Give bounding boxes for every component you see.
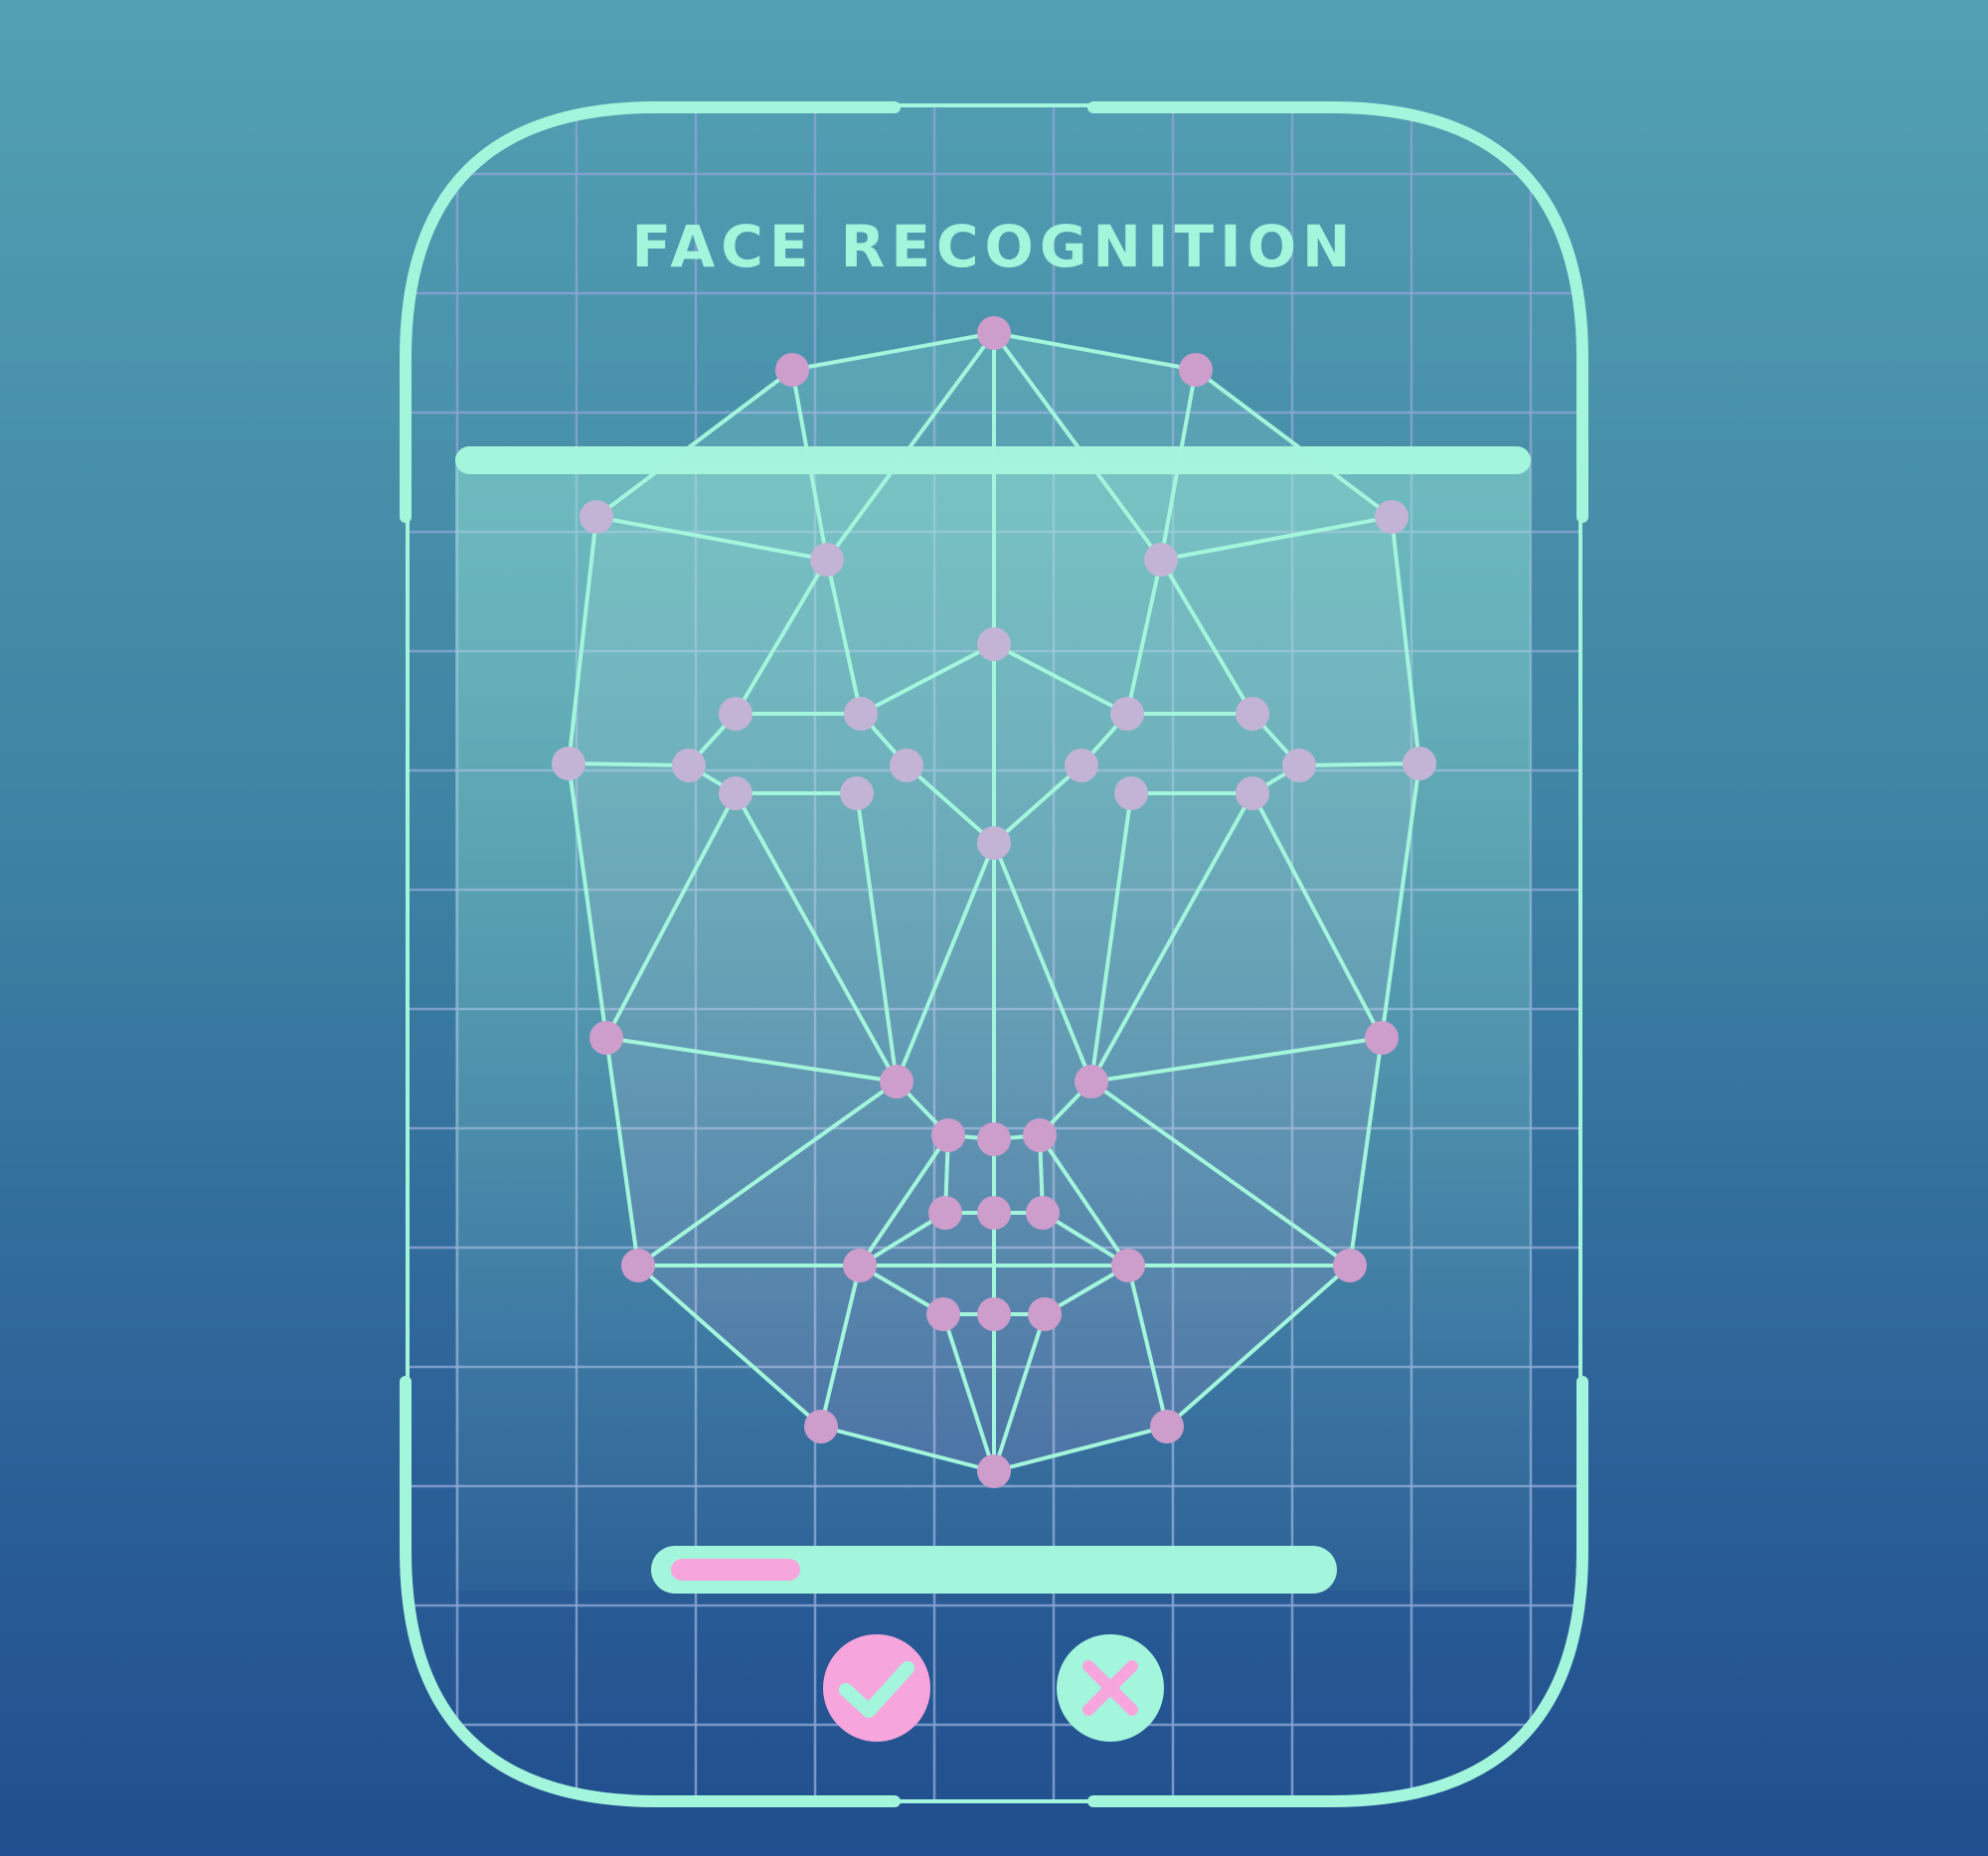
mesh-edge bbox=[567, 761, 691, 767]
face-recognition-scene: FACE RECOGNITION bbox=[400, 101, 1588, 1807]
mesh-node bbox=[931, 1118, 965, 1152]
mesh-node bbox=[977, 826, 1011, 860]
progress-fill bbox=[671, 1559, 800, 1581]
mesh-node bbox=[1023, 1118, 1057, 1152]
mesh-node bbox=[977, 1454, 1011, 1488]
mesh-node bbox=[977, 1196, 1011, 1230]
mesh-node bbox=[1403, 747, 1436, 780]
mesh-node bbox=[1150, 1410, 1184, 1443]
mesh-node bbox=[1144, 543, 1178, 577]
mesh-node bbox=[890, 749, 923, 782]
mesh-node bbox=[1236, 697, 1269, 731]
mesh-node bbox=[1114, 776, 1148, 810]
mesh-node bbox=[977, 1297, 1011, 1331]
mesh-node bbox=[977, 1122, 1011, 1156]
progress-bar bbox=[651, 1546, 1337, 1594]
mesh-node bbox=[672, 749, 706, 782]
mesh-node bbox=[1111, 1249, 1145, 1282]
mesh-node bbox=[1375, 500, 1408, 534]
mesh-node bbox=[1028, 1297, 1062, 1331]
mesh-node bbox=[804, 1410, 838, 1443]
mesh-node bbox=[775, 353, 809, 387]
mesh-node bbox=[719, 697, 752, 731]
mesh-node bbox=[719, 776, 752, 810]
mesh-node bbox=[621, 1249, 655, 1282]
mesh-edge bbox=[1297, 761, 1421, 767]
mesh-node bbox=[840, 776, 874, 810]
mesh-node bbox=[1110, 697, 1144, 731]
mesh-node bbox=[977, 316, 1011, 350]
confirm-button[interactable] bbox=[823, 1634, 930, 1742]
mesh-node bbox=[843, 1249, 877, 1282]
mesh-node bbox=[844, 697, 878, 731]
mesh-node bbox=[880, 1065, 913, 1098]
mesh-node bbox=[1179, 353, 1213, 387]
mesh-node bbox=[928, 1196, 962, 1230]
mesh-node bbox=[1065, 749, 1098, 782]
mesh-node bbox=[1282, 749, 1316, 782]
mesh-node bbox=[1026, 1196, 1060, 1230]
mesh-node bbox=[1365, 1021, 1399, 1055]
mesh-node bbox=[926, 1297, 960, 1331]
mesh-node bbox=[580, 500, 613, 534]
cancel-button[interactable] bbox=[1057, 1634, 1164, 1742]
mesh-node bbox=[810, 543, 844, 577]
mesh-node bbox=[589, 1021, 623, 1055]
page-title: FACE RECOGNITION bbox=[631, 213, 1356, 280]
mesh-node bbox=[1075, 1065, 1108, 1098]
mesh-node bbox=[552, 747, 585, 780]
mesh-node bbox=[1236, 776, 1269, 810]
mesh-node bbox=[977, 627, 1011, 661]
mesh-node bbox=[1333, 1249, 1367, 1282]
